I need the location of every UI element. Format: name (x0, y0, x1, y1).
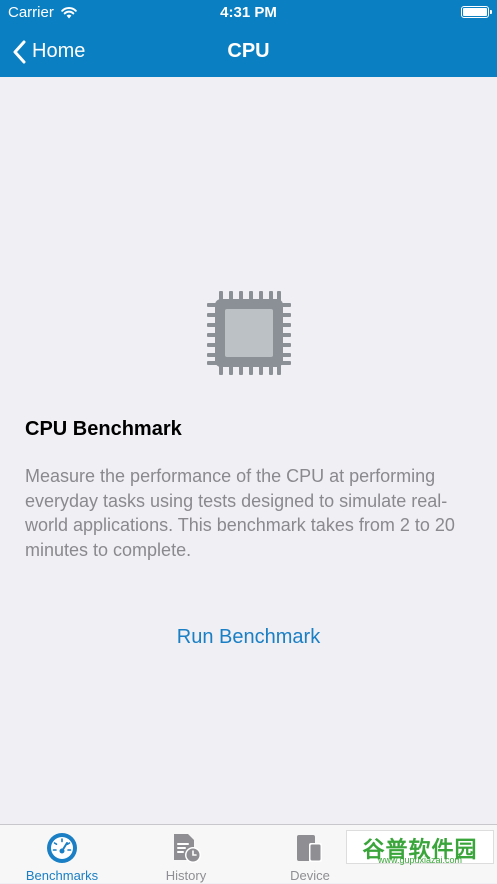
speedometer-icon (47, 833, 77, 863)
cpu-chip-icon (207, 291, 291, 375)
status-bar: Carrier 4:31 PM (0, 0, 497, 26)
tab-benchmarks[interactable]: Benchmarks (0, 825, 124, 884)
tab-device-label: Device (290, 868, 330, 883)
back-button[interactable]: Home (12, 26, 85, 77)
run-benchmark-button[interactable]: Run Benchmark (0, 626, 497, 649)
tab-benchmarks-label: Benchmarks (25, 868, 99, 883)
device-icon (297, 835, 322, 862)
watermark-url: www.gupuxiazai.com (377, 855, 463, 865)
clock-time: 4:31 PM (220, 4, 277, 21)
benchmark-description: Measure the performance of the CPU at pe… (25, 466, 455, 560)
navigation-bar: Home CPU (0, 26, 497, 77)
chevron-left-icon (13, 40, 26, 63)
back-button-label: Home (32, 40, 86, 62)
watermark-logo: 谷普软件园 www.gupuxiazai.com (346, 830, 494, 865)
battery-icon (461, 6, 492, 18)
tab-history[interactable]: History (124, 825, 248, 884)
tab-history-label: History (165, 868, 207, 883)
benchmark-heading: CPU Benchmark (25, 418, 182, 440)
history-document-icon (174, 834, 201, 863)
